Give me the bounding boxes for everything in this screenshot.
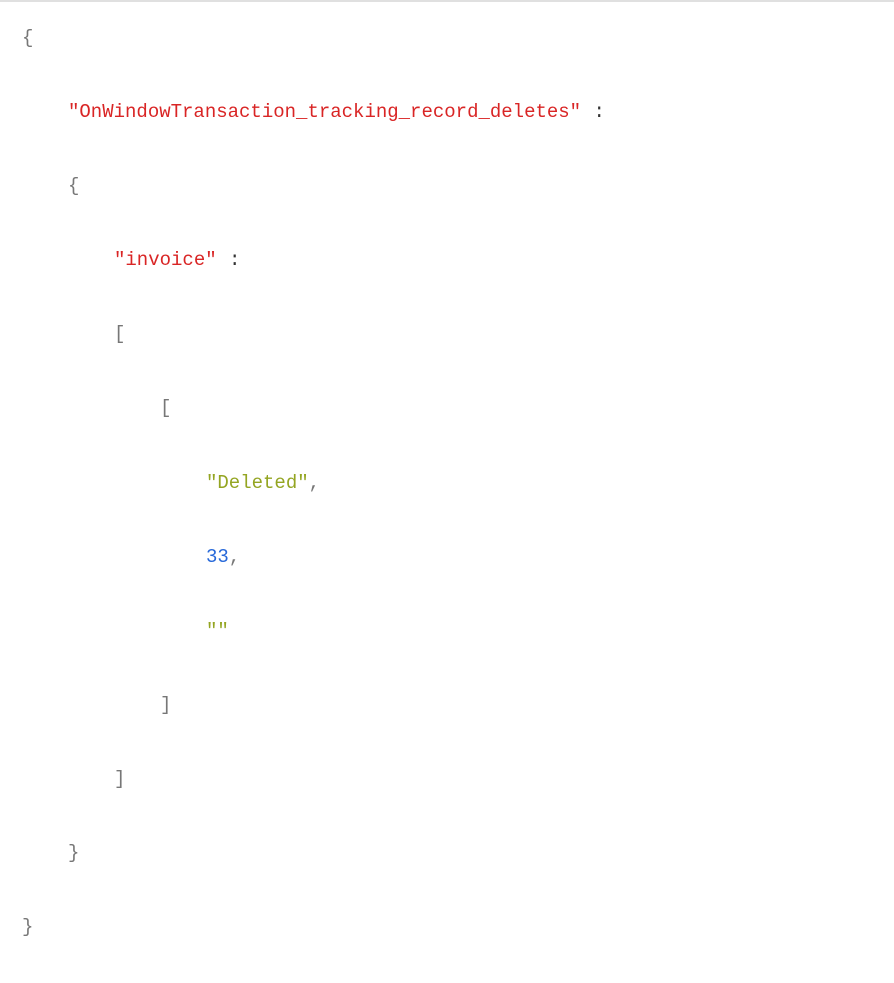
code-line: { — [22, 20, 872, 57]
brace-open: { — [68, 175, 79, 197]
bracket-close: ] — [160, 694, 171, 716]
code-line: 33, — [22, 539, 872, 576]
colon: : — [581, 101, 606, 123]
code-line: } — [22, 835, 872, 872]
brace-close: } — [22, 916, 33, 938]
code-line: { — [22, 168, 872, 205]
json-key: "invoice" — [114, 249, 217, 271]
colon: : — [217, 249, 242, 271]
code-line: "Deleted", — [22, 465, 872, 502]
code-line: "invoice" : — [22, 242, 872, 279]
code-line: } — [22, 909, 872, 946]
json-key: "OnWindowTransaction_tracking_record_del… — [68, 101, 581, 123]
bracket-open: [ — [114, 323, 125, 345]
bracket-close: ] — [114, 768, 125, 790]
json-number: 33 — [206, 546, 229, 568]
json-code-block: { "OnWindowTransaction_tracking_record_d… — [22, 20, 872, 983]
bracket-open: [ — [160, 397, 171, 419]
json-string: "" — [206, 620, 229, 642]
comma: , — [229, 546, 240, 568]
code-line: [ — [22, 390, 872, 427]
brace-close: } — [68, 842, 79, 864]
code-line: [ — [22, 316, 872, 353]
json-string: "Deleted" — [206, 472, 309, 494]
code-line: "OnWindowTransaction_tracking_record_del… — [22, 94, 872, 131]
comma: , — [309, 472, 320, 494]
code-line: ] — [22, 687, 872, 724]
code-line: ] — [22, 761, 872, 798]
brace-open: { — [22, 27, 33, 49]
code-line: "" — [22, 613, 872, 650]
